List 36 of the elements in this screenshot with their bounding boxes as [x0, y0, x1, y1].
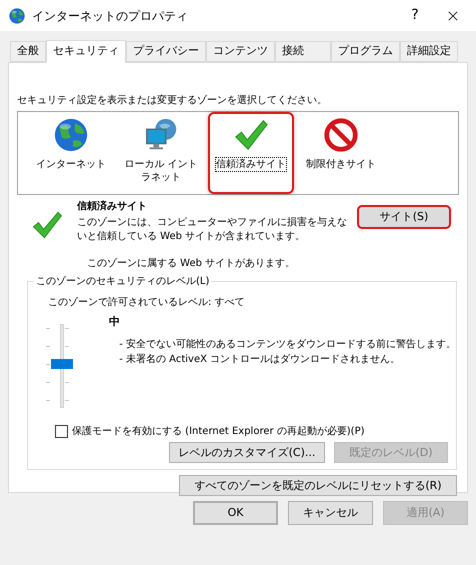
zone-item[interactable]: インターネット: [28, 112, 114, 194]
sites-button[interactable]: サイト(S): [357, 205, 451, 229]
tab[interactable]: 接続: [275, 41, 331, 62]
globe-icon: [52, 116, 90, 154]
tab[interactable]: セキュリティ: [46, 40, 126, 63]
tab[interactable]: コンテンツ: [206, 41, 275, 62]
zone-label: ローカル イントラネット: [123, 158, 199, 184]
zone-title: 信頼済みサイト: [77, 199, 148, 214]
zone-label: 信頼済みサイト: [216, 158, 286, 171]
tab[interactable]: 詳細設定: [400, 41, 458, 62]
window-title: インターネットのプロパティ: [32, 8, 188, 24]
tab[interactable]: プログラム: [331, 41, 400, 62]
zone-label: インターネット: [36, 158, 106, 171]
zone-description: このゾーンには、コンピューターやファイルに損害を与えないと信頼している Web サイトが含まれています。: [77, 216, 348, 244]
slider-thumb[interactable]: [51, 359, 73, 369]
reset-button[interactable]: すべてのゾーンを既定のレベルにリセットする(R): [179, 475, 457, 496]
zone-item[interactable]: 制限付きサイト: [298, 112, 384, 194]
level-detail: - 安全でない可能性のあるコンテンツをダウンロードする前に警告します。: [119, 338, 456, 352]
globe-icon: [8, 6, 26, 24]
level-name: 中: [109, 314, 122, 330]
dialog-button[interactable]: キャンセル: [288, 501, 373, 525]
tab[interactable]: 全般: [10, 41, 46, 62]
zone-item[interactable]: 信頼済みサイト: [208, 112, 294, 194]
tab[interactable]: プライバシー: [126, 41, 206, 62]
level-button[interactable]: レベルのカスタマイズ(C)...: [169, 442, 325, 463]
checkbox-label: 保護モードを有効にする (Internet Explorer の再起動が必要)(P): [72, 424, 365, 439]
no-entry-icon: [322, 116, 360, 154]
allowed-level-label: このゾーンで許可されているレベル: すべて: [48, 296, 246, 310]
zone-item[interactable]: ローカル イントラネット: [118, 112, 204, 194]
checkbox[interactable]: [55, 425, 68, 438]
help-button[interactable]: ?: [400, 5, 430, 26]
level-detail: - 未署名の ActiveX コントロールはダウンロードされません。: [119, 352, 402, 366]
zone-label: 制限付きサイト: [306, 158, 376, 171]
sites-note: このゾーンに属する Web サイトがあります。: [87, 256, 296, 271]
zone-prompt: セキュリティ設定を表示または変更するゾーンを選択してください。: [17, 94, 328, 108]
dialog-button[interactable]: OK: [193, 501, 278, 525]
